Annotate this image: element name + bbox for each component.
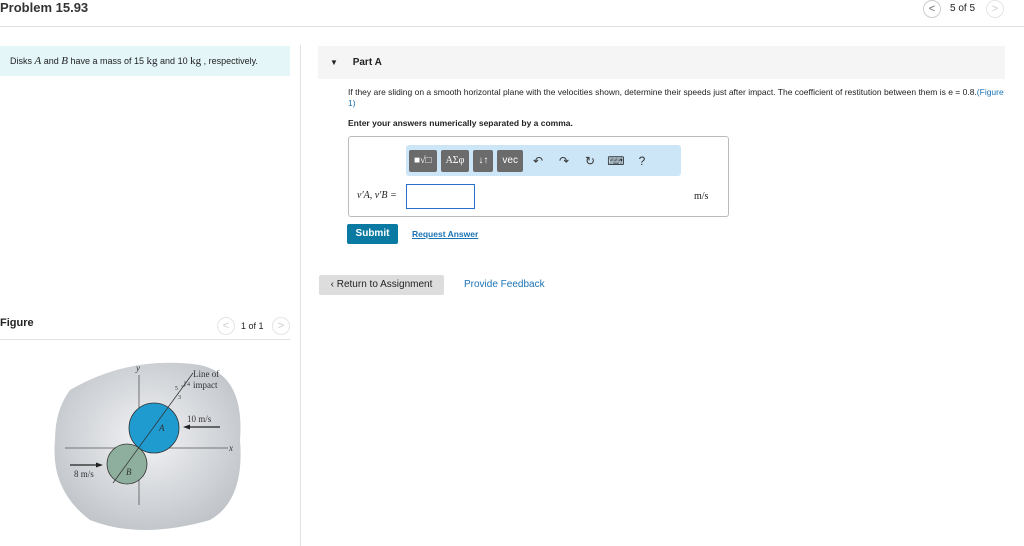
next-problem-button[interactable]: >: [986, 0, 1004, 18]
panel-divider: [300, 45, 301, 546]
line-of-impact-label-1: Line of: [193, 369, 219, 379]
units-label: m/s: [694, 191, 709, 202]
keyboard-icon[interactable]: ⌨: [605, 154, 627, 168]
disk-a-label: A: [158, 423, 165, 433]
templates-button[interactable]: ■√□: [409, 149, 437, 172]
request-answer-link[interactable]: Request Answer: [412, 229, 478, 239]
part-a-header[interactable]: ▼ Part A: [318, 46, 1005, 79]
slope-4: 4: [187, 382, 190, 388]
next-figure-button[interactable]: >: [272, 317, 290, 335]
problem-position: 5 of 5: [950, 3, 976, 14]
slope-5: 5: [175, 386, 178, 392]
undo-icon[interactable]: ↶: [527, 154, 549, 168]
help-button[interactable]: ?: [631, 154, 653, 168]
reset-icon[interactable]: ↻: [579, 154, 601, 168]
velocity-b-label: 8 m/s: [74, 469, 94, 479]
slope-3: 3: [178, 395, 181, 401]
answer-input[interactable]: [406, 184, 475, 209]
instruction: Enter your answers numerically separated…: [348, 118, 573, 128]
math-toolbar: ■√□ ΑΣφ ↓↑ vec ↶ ↷ ↻ ⌨ ?: [406, 145, 681, 176]
header-divider: [0, 26, 1024, 27]
prev-problem-button[interactable]: <: [923, 0, 941, 18]
subscript-button[interactable]: ↓↑: [473, 149, 494, 172]
figure-diagram: y x Line of impact 5 4 3 10 m/s 8 m/s A …: [54, 362, 241, 530]
page-title: Problem 15.93: [0, 0, 89, 15]
question-text: If they are sliding on a smooth horizont…: [348, 87, 1004, 108]
line-of-impact-label-2: impact: [193, 380, 218, 390]
figure-position: 1 of 1: [241, 321, 264, 331]
x-label: x: [228, 443, 233, 453]
figure-heading: Figure: [0, 317, 34, 329]
disk-a: [128, 402, 180, 454]
vec-button[interactable]: vec: [497, 149, 523, 172]
provide-feedback-link[interactable]: Provide Feedback: [464, 279, 545, 290]
return-to-assignment-button[interactable]: ‹ Return to Assignment: [319, 275, 444, 295]
redo-icon[interactable]: ↷: [553, 154, 575, 168]
velocity-a-label: 10 m/s: [187, 414, 212, 424]
answer-label: v′A, v′B =: [357, 190, 397, 201]
greek-button[interactable]: ΑΣφ: [440, 149, 470, 172]
submit-button[interactable]: Submit: [347, 224, 398, 244]
prev-figure-button[interactable]: <: [217, 317, 235, 335]
collapse-triangle-icon: ▼: [330, 58, 338, 67]
figure-divider: [0, 339, 290, 340]
y-label: y: [135, 363, 140, 373]
problem-intro: Disks A and B have a mass of 15 kg and 1…: [0, 46, 290, 76]
disk-b-label: B: [126, 467, 132, 477]
